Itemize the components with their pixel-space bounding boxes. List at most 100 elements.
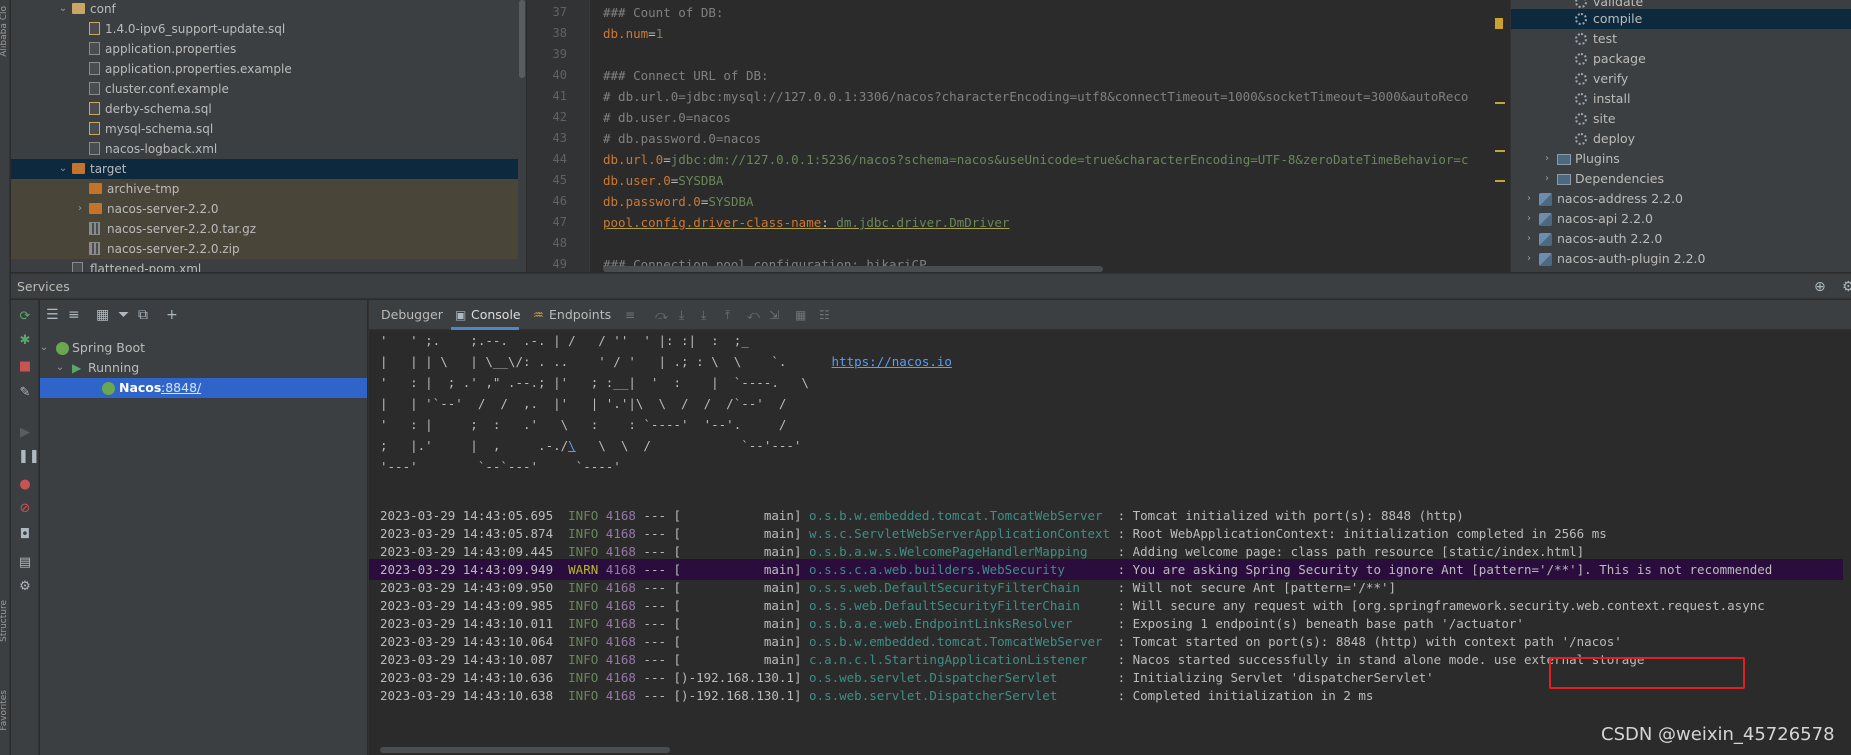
service-nacos[interactable]: Nacos :8848/ <box>40 378 367 398</box>
warning-marker-icon[interactable] <box>1495 18 1503 29</box>
rerun-icon[interactable]: ⟳ <box>18 310 32 324</box>
maven-module[interactable]: › nacos-api 2.2.0 <box>1511 209 1851 229</box>
filter-icon[interactable]: ⏷ <box>118 307 129 323</box>
log-thread: --- [)-192.168.130.1] <box>635 688 802 703</box>
line-gutter: 37 38 39 40 41 42 43 44 45 46 47 48 49 <box>527 0 590 272</box>
maven-module[interactable]: › nacos-address 2.2.0 <box>1511 189 1851 209</box>
tab-endpoints[interactable]: Endpoints <box>549 307 611 322</box>
tree-folder-target[interactable]: ⌄ target <box>11 159 526 179</box>
run-to-cursor-icon[interactable]: ⇲ <box>769 308 779 322</box>
chevron-right-icon[interactable]: › <box>1523 249 1535 269</box>
tab-console[interactable]: Console <box>471 307 521 322</box>
alibaba-cloud-tab[interactable]: Alibaba Clo <box>0 6 9 57</box>
code-editor[interactable]: 37 38 39 40 41 42 43 44 45 46 47 48 49 #… <box>527 0 1509 272</box>
drop-frame-icon[interactable]: ⤺ <box>747 308 760 323</box>
maven-module[interactable]: › nacos-auth-plugin 2.2.0 <box>1511 249 1851 269</box>
stop-icon[interactable]: ■ <box>18 360 32 374</box>
tree-file[interactable]: flattened-pom.xml <box>11 259 526 272</box>
favorites-tab[interactable]: Favorites <box>0 690 9 731</box>
project-tree: ⌄ conf 1.4.0-ipv6_support-update.sql app… <box>11 0 526 272</box>
trace-icon[interactable]: ☷ <box>819 308 830 322</box>
resume-icon[interactable]: ▶ <box>18 426 32 440</box>
log-message: : Adding welcome page: class path resour… <box>1117 544 1585 559</box>
chevron-down-icon[interactable]: ⌄ <box>57 159 69 179</box>
settings-icon[interactable]: ⚙ <box>18 580 32 594</box>
log-logger: c.a.n.c.l.StartingApplicationListener <box>809 652 1118 667</box>
tree-file[interactable]: derby-schema.sql <box>11 99 526 119</box>
log-timestamp: 2023-03-29 14:43:10.087 <box>380 652 554 667</box>
log-thread: --- [ main] <box>635 544 802 559</box>
layout-icon[interactable]: ▤ <box>18 556 32 570</box>
tree-folder-conf[interactable]: ⌄ conf <box>11 0 526 19</box>
wrench-icon[interactable]: ✎ <box>18 386 32 400</box>
view-breakpoints-icon[interactable]: ● <box>18 478 32 492</box>
console-horizontal-scrollbar[interactable] <box>380 747 670 753</box>
tree-file[interactable]: nacos-logback.xml <box>11 139 526 159</box>
group-by-icon[interactable]: ▦ <box>96 307 109 323</box>
structure-tab[interactable]: Structure <box>0 600 9 642</box>
chevron-right-icon[interactable]: › <box>1523 189 1535 209</box>
debug-icon[interactable]: ✱ <box>18 334 32 348</box>
tree-file[interactable]: application.properties.example <box>11 59 526 79</box>
add-icon[interactable]: + <box>166 307 178 323</box>
maven-module[interactable]: › nacos-auth 2.2.0 <box>1511 229 1851 249</box>
step-into-icon[interactable]: ⤓ <box>679 308 684 323</box>
tree-file[interactable]: nacos-server-2.2.0.zip <box>11 239 526 259</box>
expand-all-icon[interactable]: ☰ <box>46 307 59 323</box>
maven-goal-test[interactable]: test <box>1511 29 1851 49</box>
tree-folder[interactable]: archive-tmp <box>11 179 526 199</box>
new-tab-icon[interactable]: ⧉ <box>138 307 148 323</box>
service-group-running[interactable]: ⌄ ▶ Running <box>40 358 367 378</box>
nacos-url-link[interactable]: https://nacos.io <box>832 354 952 369</box>
maven-plugins-group[interactable]: › Plugins <box>1511 149 1851 169</box>
step-over-icon[interactable]: ⤼ <box>655 308 668 323</box>
chevron-right-icon[interactable]: › <box>74 199 86 219</box>
chevron-down-icon[interactable]: ⌄ <box>57 0 69 19</box>
maven-dependencies-group[interactable]: › Dependencies <box>1511 169 1851 189</box>
chevron-down-icon[interactable]: ⌄ <box>38 338 50 358</box>
warning-stripe[interactable] <box>1495 150 1505 152</box>
editor-horizontal-scrollbar[interactable] <box>603 266 1103 272</box>
tree-file[interactable]: cluster.conf.example <box>11 79 526 99</box>
collapse-all-icon[interactable]: ≡ <box>68 307 80 323</box>
chevron-right-icon[interactable]: › <box>1541 149 1553 169</box>
camera-icon[interactable]: ◘ <box>18 528 32 542</box>
maven-goal-compile[interactable]: compile <box>1511 9 1851 29</box>
warning-stripe[interactable] <box>1495 180 1505 182</box>
tree-file[interactable]: nacos-server-2.2.0.tar.gz <box>11 219 526 239</box>
service-port-link[interactable]: :8848/ <box>161 378 201 398</box>
chevron-right-icon[interactable]: › <box>1523 209 1535 229</box>
ascii-banner-line: | | '`--' / / ,. |' | '.'|\ \ / / /`--' … <box>380 396 787 411</box>
maven-goal-site[interactable]: site <box>1511 109 1851 129</box>
tree-file[interactable]: 1.4.0-ipv6_support-update.sql <box>11 19 526 39</box>
chevron-right-icon[interactable]: › <box>1541 169 1553 189</box>
tree-file[interactable]: application.properties <box>11 39 526 59</box>
log-timestamp: 2023-03-29 14:43:10.638 <box>380 688 554 703</box>
mute-breakpoints-icon[interactable]: ⊘ <box>18 502 32 516</box>
gear-icon[interactable]: ⚙ <box>1842 279 1851 295</box>
tree-folder[interactable]: › nacos-server-2.2.0 <box>11 199 526 219</box>
chevron-down-icon[interactable]: ⌄ <box>54 358 66 378</box>
console-vertical-scrollbar[interactable] <box>1843 330 1851 755</box>
code-line: ### Connect URL of DB: <box>603 68 769 83</box>
force-step-into-icon[interactable]: ⤓ <box>701 308 706 323</box>
crosshair-icon[interactable]: ⊕ <box>1814 279 1826 295</box>
log-thread: --- [ main] <box>635 562 802 577</box>
evaluate-icon[interactable]: ▦ <box>795 308 806 322</box>
gear-icon <box>1575 133 1587 145</box>
step-out-icon[interactable]: ⤒ <box>725 308 730 323</box>
tab-debugger[interactable]: Debugger <box>381 307 443 322</box>
tree-file[interactable]: mysql-schema.sql <box>11 119 526 139</box>
maven-goal-package[interactable]: package <box>1511 49 1851 69</box>
service-group-spring-boot[interactable]: ⌄ Spring Boot <box>40 338 367 358</box>
log-thread: --- [ main] <box>635 616 802 631</box>
pause-icon[interactable]: ❚❚ <box>18 450 40 464</box>
chevron-right-icon[interactable]: › <box>1523 229 1535 249</box>
warning-stripe[interactable] <box>1495 102 1505 104</box>
menu-icon[interactable]: ≡ <box>625 308 635 322</box>
maven-goal-install[interactable]: install <box>1511 89 1851 109</box>
tree-scrollbar[interactable] <box>518 0 526 272</box>
sql-file-icon <box>89 102 100 115</box>
maven-goal-deploy[interactable]: deploy <box>1511 129 1851 149</box>
maven-goal-verify[interactable]: verify <box>1511 69 1851 89</box>
